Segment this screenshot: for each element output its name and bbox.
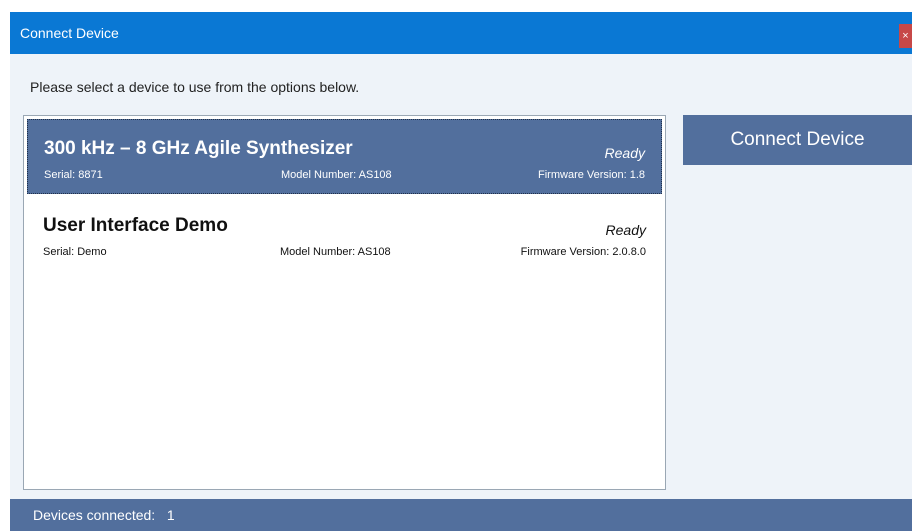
device-serial: Serial: 8871 bbox=[44, 169, 103, 181]
devices-connected-count: 1 bbox=[166, 507, 175, 523]
device-name: User Interface Demo bbox=[43, 215, 228, 236]
dialog-body: Please select a device to use from the o… bbox=[10, 54, 912, 499]
device-model: Model Number: AS108 bbox=[280, 246, 391, 258]
devices-connected-status: Devices connected: 1 bbox=[33, 507, 175, 523]
device-status: Ready bbox=[605, 222, 646, 238]
device-item-selected[interactable]: 300 kHz – 8 GHz Agile Synthesizer Ready … bbox=[27, 119, 662, 194]
connect-device-button[interactable]: Connect Device bbox=[683, 115, 912, 165]
device-firmware: Firmware Version: 1.8 bbox=[538, 169, 645, 181]
device-status: Ready bbox=[604, 145, 645, 161]
connect-device-window: Connect Device × Please select a device … bbox=[0, 0, 912, 531]
close-button[interactable]: × bbox=[899, 24, 912, 48]
devices-connected-label: Devices connected: bbox=[33, 507, 156, 523]
device-model: Model Number: AS108 bbox=[281, 169, 392, 181]
device-serial: Serial: Demo bbox=[43, 246, 107, 258]
device-list[interactable]: 300 kHz – 8 GHz Agile Synthesizer Ready … bbox=[23, 115, 666, 490]
device-name: 300 kHz – 8 GHz Agile Synthesizer bbox=[44, 138, 353, 159]
title-bar: Connect Device × bbox=[10, 12, 912, 54]
device-item[interactable]: User Interface Demo Ready Serial: Demo M… bbox=[27, 197, 662, 272]
status-bar: Devices connected: 1 bbox=[10, 499, 912, 531]
instruction-text: Please select a device to use from the o… bbox=[30, 79, 360, 95]
window-title: Connect Device bbox=[20, 25, 119, 41]
device-firmware: Firmware Version: 2.0.8.0 bbox=[520, 246, 646, 258]
